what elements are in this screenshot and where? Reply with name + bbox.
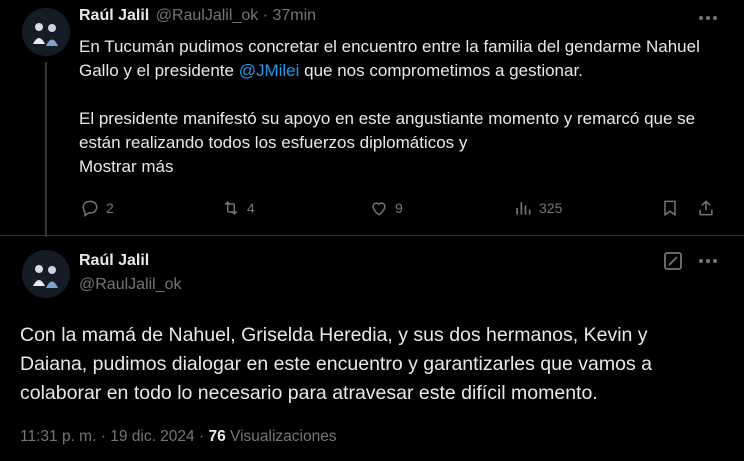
avatar-figures-icon: [22, 8, 70, 56]
tweet-time[interactable]: 37min: [272, 7, 316, 24]
avatar[interactable]: [22, 250, 70, 298]
author-name[interactable]: Raúl Jalil: [79, 7, 149, 24]
like-icon: [372, 202, 386, 216]
mention-link[interactable]: @JMilei: [239, 61, 300, 80]
reply-button[interactable]: 2: [80, 198, 114, 218]
bookmark-icon: [664, 200, 676, 217]
reply-icon: [82, 200, 98, 217]
grok-edit-button[interactable]: [663, 251, 683, 271]
author-handle[interactable]: @RaulJalil_ok: [156, 7, 259, 24]
separator: ·: [100, 428, 106, 445]
author-handle[interactable]: @RaulJalil_ok: [79, 276, 182, 294]
avatar-figures-icon: [22, 250, 70, 298]
views-count: 76: [208, 428, 226, 445]
author-name[interactable]: Raúl Jalil: [79, 252, 149, 270]
more-icon: [699, 16, 717, 20]
like-button[interactable]: 9: [369, 198, 403, 218]
tweet-meta: 11:31 p. m. · 19 dic. 2024 · 76 Visualiz…: [20, 428, 337, 446]
views-label: Visualizaciones: [230, 428, 337, 445]
like-count: 9: [395, 200, 403, 216]
tweet-text: Con la mamá de Nahuel, Griselda Heredia,…: [20, 324, 652, 404]
tweet-time[interactable]: 11:31 p. m.: [20, 428, 96, 445]
show-more-link[interactable]: Mostrar más: [79, 155, 173, 179]
divider: [0, 235, 744, 236]
share-icon: [699, 200, 713, 216]
separator: ·: [198, 428, 205, 445]
thread-line: [45, 62, 47, 237]
tweet-text: En Tucumán pudimos concretar el encuentr…: [79, 35, 729, 83]
avatar[interactable]: [22, 8, 70, 56]
repost-count: 4: [247, 200, 255, 216]
tweet-header: Raúl Jalil @RaulJalil_ok · 37min: [79, 7, 316, 25]
tweet-date[interactable]: 19 dic. 2024: [110, 428, 194, 445]
bookmark-button[interactable]: [660, 198, 680, 218]
views-count: 325: [539, 200, 563, 216]
more-icon: [699, 259, 717, 263]
repost-icon: [224, 201, 238, 215]
views-button[interactable]: 325: [513, 198, 562, 218]
share-button[interactable]: [696, 198, 716, 218]
views-icon: [516, 202, 531, 215]
more-button[interactable]: [696, 6, 720, 30]
tweet-text-part2: que nos comprometimos a gestionar.: [299, 61, 583, 80]
separator: ·: [262, 7, 268, 24]
more-button[interactable]: [696, 249, 720, 273]
reply-count: 2: [106, 200, 114, 216]
tweet-paragraph-2: El presidente manifestó su apoyo en este…: [79, 109, 696, 152]
grok-edit-icon: [664, 252, 682, 270]
repost-button[interactable]: 4: [221, 198, 255, 218]
